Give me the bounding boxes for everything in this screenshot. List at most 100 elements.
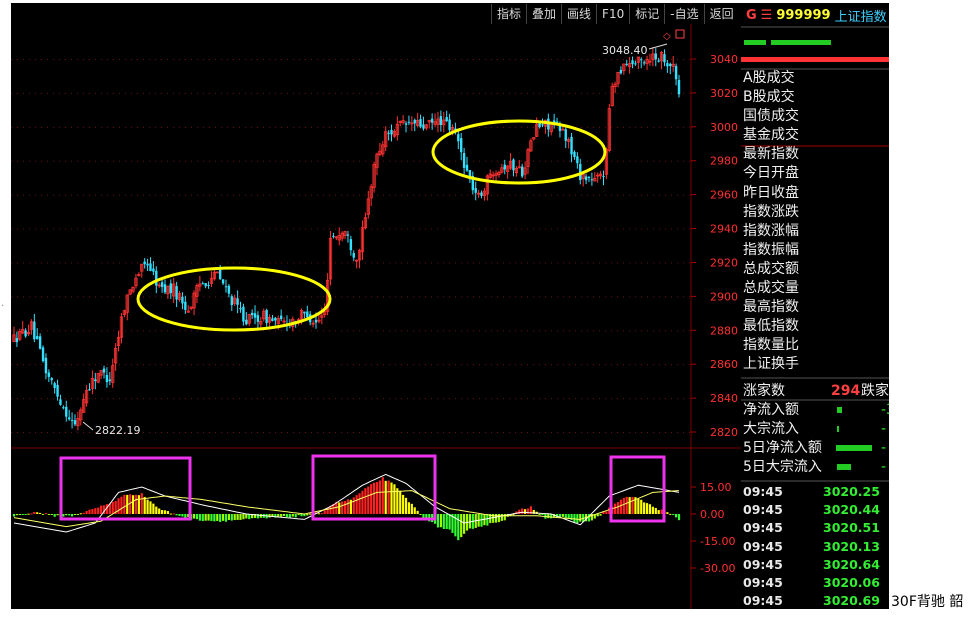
grid-dot bbox=[431, 330, 432, 332]
macd-bar bbox=[288, 514, 291, 518]
grid-dot bbox=[251, 228, 252, 230]
grid-dot bbox=[623, 262, 624, 264]
grid-dot bbox=[425, 160, 426, 162]
tick-row[interactable]: 09:45 3020.13 bbox=[743, 539, 889, 557]
grid-dot bbox=[317, 92, 318, 94]
tick-row[interactable]: 09:45 3020.64 bbox=[743, 557, 889, 575]
toolbar-button-5[interactable]: -自选 bbox=[664, 4, 703, 24]
macd-bar bbox=[85, 511, 88, 514]
grid-dot bbox=[515, 364, 516, 366]
grid-dot bbox=[53, 194, 54, 196]
macd-bar bbox=[50, 514, 53, 515]
macd-bar bbox=[30, 513, 33, 515]
grid-dot bbox=[113, 160, 114, 162]
grid-dot bbox=[251, 364, 252, 366]
grid-dot bbox=[221, 364, 222, 366]
grid-dot bbox=[275, 92, 276, 94]
macd-bar bbox=[486, 514, 489, 526]
tick-row[interactable]: 09:45 3020.44 bbox=[743, 502, 889, 520]
grid-dot bbox=[515, 330, 516, 332]
grid-dot bbox=[533, 398, 534, 400]
grid-dot bbox=[503, 398, 504, 400]
grid-dot bbox=[671, 228, 672, 230]
macd-bar bbox=[468, 514, 472, 529]
grid-dot bbox=[551, 160, 552, 162]
grid-dot bbox=[581, 160, 582, 162]
tick-row[interactable]: 09:45 3020.51 bbox=[743, 520, 889, 538]
grid-dot bbox=[545, 262, 546, 264]
macd-bar bbox=[82, 512, 85, 514]
grid-dot bbox=[299, 398, 300, 400]
grid-dot bbox=[455, 228, 456, 230]
flow-value: - bbox=[881, 440, 887, 456]
tick-list[interactable]: 09:45 3020.25 09:45 3020.44 09:45 3020.51 09:4… bbox=[743, 484, 889, 609]
grid-dot bbox=[77, 92, 78, 94]
grid-dot bbox=[461, 194, 462, 196]
grid-dot bbox=[437, 398, 438, 400]
grid-dot bbox=[413, 160, 414, 162]
grid-dot bbox=[23, 59, 24, 60]
grid-dot bbox=[455, 262, 456, 264]
grid-dot bbox=[269, 92, 270, 94]
macd-bar bbox=[297, 514, 300, 516]
grid-dot bbox=[185, 228, 186, 230]
toolbar-button-6[interactable]: 返回 bbox=[703, 4, 739, 24]
grid-dot bbox=[635, 398, 636, 400]
grid-dot bbox=[653, 92, 654, 94]
grid-dot bbox=[137, 126, 138, 128]
grid-dot bbox=[581, 194, 582, 196]
grid-dot bbox=[593, 262, 594, 264]
grid-dot bbox=[623, 296, 624, 298]
grid-dot bbox=[449, 364, 450, 366]
grid-dot bbox=[143, 330, 144, 332]
toolbar-button-0[interactable]: 指标 bbox=[491, 4, 526, 24]
grid-dot bbox=[365, 194, 366, 196]
tick-row[interactable]: 09:45 3020.06 bbox=[743, 575, 889, 593]
tick-time: 09:45 bbox=[743, 538, 783, 554]
grid-dot bbox=[11, 59, 12, 60]
tick-row[interactable]: 09:45 3020.69 bbox=[743, 593, 889, 609]
macd-bar bbox=[39, 512, 42, 514]
grid-dot bbox=[539, 92, 540, 94]
grid-dot bbox=[179, 160, 180, 162]
grid-dot bbox=[395, 364, 396, 366]
grid-dot bbox=[113, 330, 114, 332]
tick-row[interactable]: 09:45 3020.25 bbox=[743, 484, 889, 502]
grid-dot bbox=[503, 59, 504, 60]
grid-dot bbox=[473, 432, 474, 433]
grid-dot bbox=[137, 398, 138, 400]
macd-bar bbox=[97, 507, 100, 514]
toolbar-button-3[interactable]: F10 bbox=[596, 4, 629, 24]
toolbar-button-4[interactable]: 标记 bbox=[629, 4, 664, 24]
grid-dot bbox=[95, 296, 96, 298]
candle-body-down bbox=[346, 234, 350, 236]
grid-dot bbox=[47, 194, 48, 196]
grid-dot bbox=[155, 364, 156, 366]
grid-dot bbox=[341, 364, 342, 366]
grid-dot bbox=[125, 160, 126, 162]
grid-dot bbox=[515, 160, 516, 162]
grid-dot bbox=[473, 296, 474, 298]
grid-dot bbox=[569, 432, 570, 433]
grid-dot bbox=[233, 228, 234, 230]
grid-dot bbox=[287, 92, 288, 94]
macd-bar bbox=[294, 514, 297, 518]
grid-dot bbox=[269, 194, 270, 196]
grid-dot bbox=[443, 296, 444, 298]
grid-dot bbox=[491, 194, 492, 196]
grid-dot bbox=[437, 59, 438, 60]
grid-dot bbox=[191, 432, 192, 433]
toolbar-button-2[interactable]: 画线 bbox=[561, 4, 596, 24]
grid-dot bbox=[437, 92, 438, 94]
macd-bar bbox=[27, 513, 30, 515]
grid-dot bbox=[35, 398, 36, 400]
grid-dot bbox=[263, 432, 264, 433]
grid-dot bbox=[569, 59, 570, 60]
kline-chart[interactable]: 2820284028602880290029202940296029803000… bbox=[11, 3, 741, 609]
grid-dot bbox=[545, 432, 546, 433]
chart-area[interactable]: 2820 2840 2860 2880 2900 2920 2940 2960 2980 3000… bbox=[11, 3, 741, 609]
toolbar-button-1[interactable]: 叠加 bbox=[526, 4, 561, 24]
grid-dot bbox=[581, 262, 582, 264]
grid-dot bbox=[509, 398, 510, 400]
grid-dot bbox=[497, 228, 498, 230]
